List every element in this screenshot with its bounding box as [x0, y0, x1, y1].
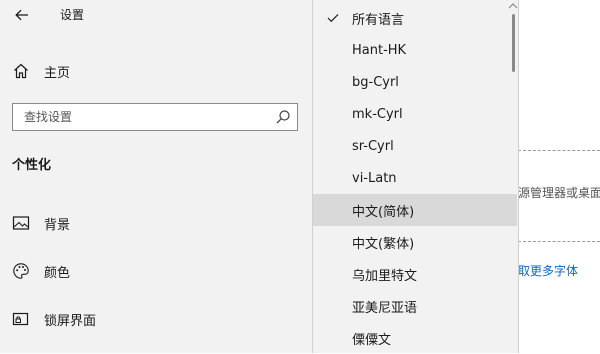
content-description-text: 源管理器或桌面: [518, 186, 600, 200]
dropdown-option[interactable]: mk-Cyrl: [313, 98, 517, 130]
home-label: 主页: [44, 65, 71, 81]
divider: [518, 150, 600, 151]
language-filter-dropdown[interactable]: 所有语言 Hant-HK bg-Cyrl mk-Cyrl sr-Cyrl vi-…: [312, 0, 519, 353]
home-nav-link[interactable]: 主页: [12, 58, 212, 84]
dropdown-option[interactable]: vi-Latn: [313, 162, 517, 194]
settings-sidebar: 设置 主页 个性化 背景: [0, 0, 312, 353]
dropdown-option-label: 中文(繁体): [352, 236, 415, 252]
dropdown-option[interactable]: 所有语言: [313, 2, 517, 34]
dropdown-option[interactable]: sr-Cyrl: [313, 130, 517, 162]
dropdown-option-label: 傈僳文: [352, 332, 392, 348]
dropdown-option-label: 乌加里特文: [352, 268, 418, 284]
palette-icon: [13, 263, 29, 279]
dropdown-option-hovered[interactable]: 中文(简体): [313, 194, 517, 226]
sidebar-item-lock-screen[interactable]: 锁屏界面: [12, 304, 292, 334]
divider: [518, 241, 600, 242]
dropdown-option-label: vi-Latn: [352, 170, 397, 186]
dropdown-option[interactable]: Hant-HK: [313, 34, 517, 66]
dropdown-option[interactable]: 中文(繁体): [313, 226, 517, 258]
dropdown-option-label: 所有语言: [352, 12, 405, 28]
dropdown-option-label: Hant-HK: [352, 42, 407, 58]
sidebar-item-label: 颜色: [44, 265, 71, 281]
dropdown-option-label: sr-Cyrl: [352, 138, 394, 154]
lock-screen-icon: [12, 312, 29, 326]
search-icon[interactable]: [275, 109, 291, 125]
window-title: 设置: [60, 8, 85, 22]
dropdown-option-label: mk-Cyrl: [352, 106, 403, 122]
get-more-fonts-link[interactable]: 取更多字体: [518, 262, 578, 279]
dropdown-option-label: 中文(简体): [352, 204, 415, 220]
sidebar-item-background[interactable]: 背景: [12, 208, 292, 238]
arrow-left-icon: [15, 9, 28, 21]
dropdown-option[interactable]: 乌加里特文: [313, 258, 517, 290]
back-button[interactable]: [8, 2, 36, 28]
image-icon: [12, 216, 30, 230]
dropdown-option[interactable]: bg-Cyrl: [313, 66, 517, 98]
sidebar-item-label: 锁屏界面: [44, 313, 97, 329]
dropdown-option-label: 亚美尼亚语: [352, 300, 418, 316]
sidebar-item-colors[interactable]: 颜色: [12, 256, 292, 286]
home-icon: [14, 63, 28, 79]
search-input[interactable]: [13, 104, 280, 130]
checkmark-icon: [327, 14, 338, 23]
dropdown-option[interactable]: 傈僳文: [313, 322, 517, 354]
dropdown-option[interactable]: 亚美尼亚语: [313, 290, 517, 322]
settings-search-box[interactable]: [12, 103, 298, 131]
sidebar-item-label: 背景: [44, 217, 71, 233]
section-heading: 个性化: [12, 158, 52, 173]
dropdown-option-label: bg-Cyrl: [352, 74, 399, 90]
